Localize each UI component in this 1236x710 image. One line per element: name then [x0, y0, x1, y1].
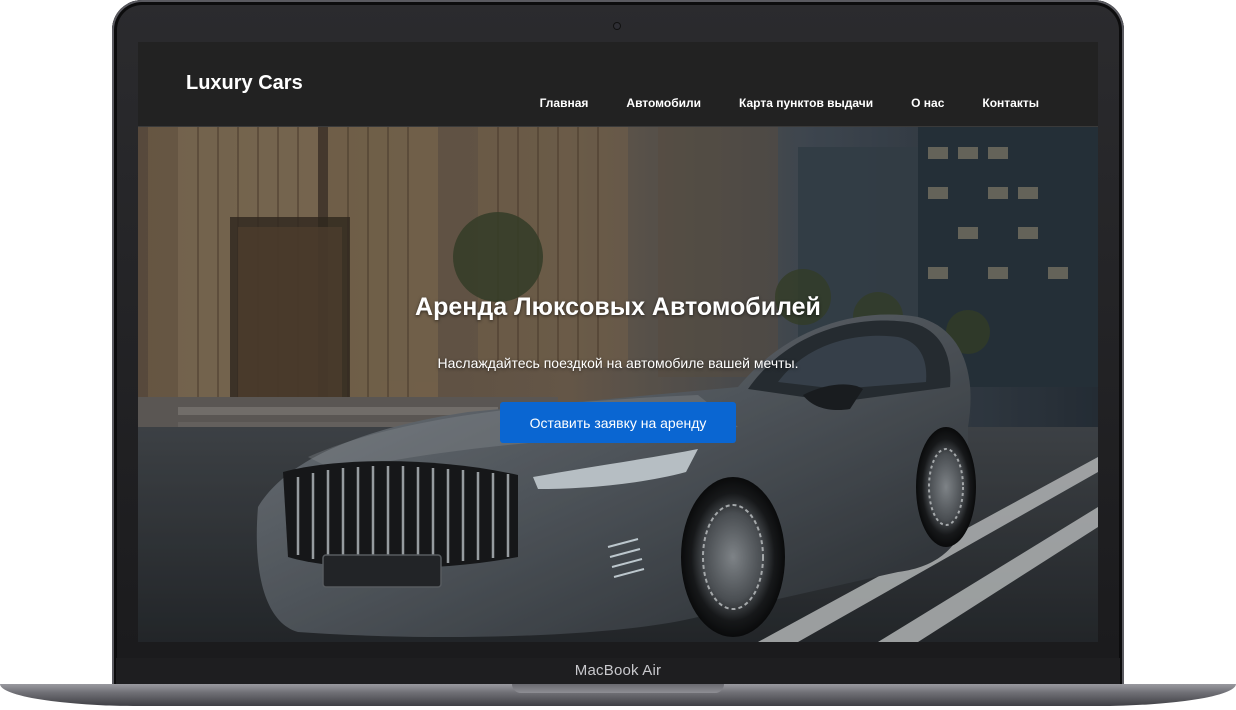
- main-nav: Главная Автомобили Карта пунктов выдачи …: [502, 96, 1039, 110]
- hero-section: Аренда Люксовых Автомобилей Наслаждайтес…: [138, 127, 1098, 642]
- hero-background-image: [138, 127, 1098, 642]
- nav-item-contacts[interactable]: Контакты: [982, 96, 1039, 110]
- laptop-screen: Luxury Cars Главная Автомобили Карта пун…: [138, 42, 1098, 642]
- hero-subtitle: Наслаждайтесь поездкой на автомобиле ваш…: [437, 355, 799, 371]
- site-header: Luxury Cars Главная Автомобили Карта пун…: [138, 42, 1098, 127]
- laptop-mockup: Luxury Cars Главная Автомобили Карта пун…: [0, 0, 1236, 710]
- camera-icon: [614, 23, 620, 29]
- nav-item-cars[interactable]: Автомобили: [626, 96, 701, 110]
- nav-item-about[interactable]: О нас: [911, 96, 944, 110]
- rent-request-button[interactable]: Оставить заявку на аренду: [500, 402, 736, 443]
- nav-item-pickup-map[interactable]: Карта пунктов выдачи: [739, 96, 873, 110]
- hero-title: Аренда Люксовых Автомобилей: [415, 293, 821, 321]
- nav-item-home[interactable]: Главная: [540, 96, 589, 110]
- device-label: MacBook Air: [574, 662, 662, 679]
- site-logo[interactable]: Luxury Cars: [186, 72, 303, 95]
- laptop-base-notch: [512, 684, 724, 693]
